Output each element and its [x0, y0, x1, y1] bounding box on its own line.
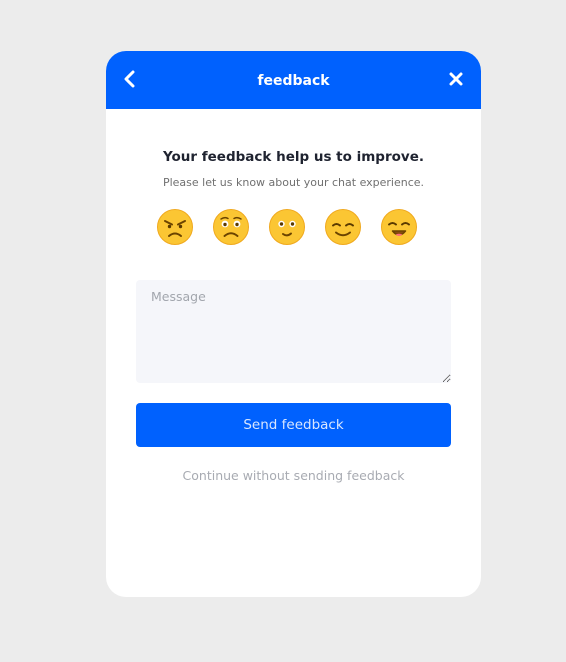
angry-face-icon: [157, 209, 193, 245]
header-title: feedback: [257, 73, 330, 89]
feedback-heading: Your feedback help us to improve.: [163, 149, 424, 165]
sad-face-icon: [213, 209, 249, 245]
happy-face-icon: [381, 209, 417, 245]
feedback-widget: feedback Your feedback help us to improv…: [106, 51, 481, 597]
close-icon: [449, 72, 463, 86]
feedback-subheading: Please let us know about your chat exper…: [162, 176, 425, 189]
send-feedback-button[interactable]: Send feedback: [136, 403, 451, 447]
continue-without-feedback-link[interactable]: Continue without sending feedback: [106, 467, 481, 485]
rating-smiling-button[interactable]: [324, 208, 362, 246]
close-button[interactable]: [446, 69, 466, 89]
widget-header: feedback: [106, 51, 481, 109]
rating-emoji-row: [106, 208, 481, 248]
smiling-face-icon: [325, 209, 361, 245]
message-textarea[interactable]: [136, 280, 451, 383]
rating-happy-button[interactable]: [380, 208, 418, 246]
rating-neutral-button[interactable]: [268, 208, 306, 246]
rating-sad-button[interactable]: [212, 208, 250, 246]
rating-angry-button[interactable]: [156, 208, 194, 246]
neutral-face-icon: [269, 209, 305, 245]
